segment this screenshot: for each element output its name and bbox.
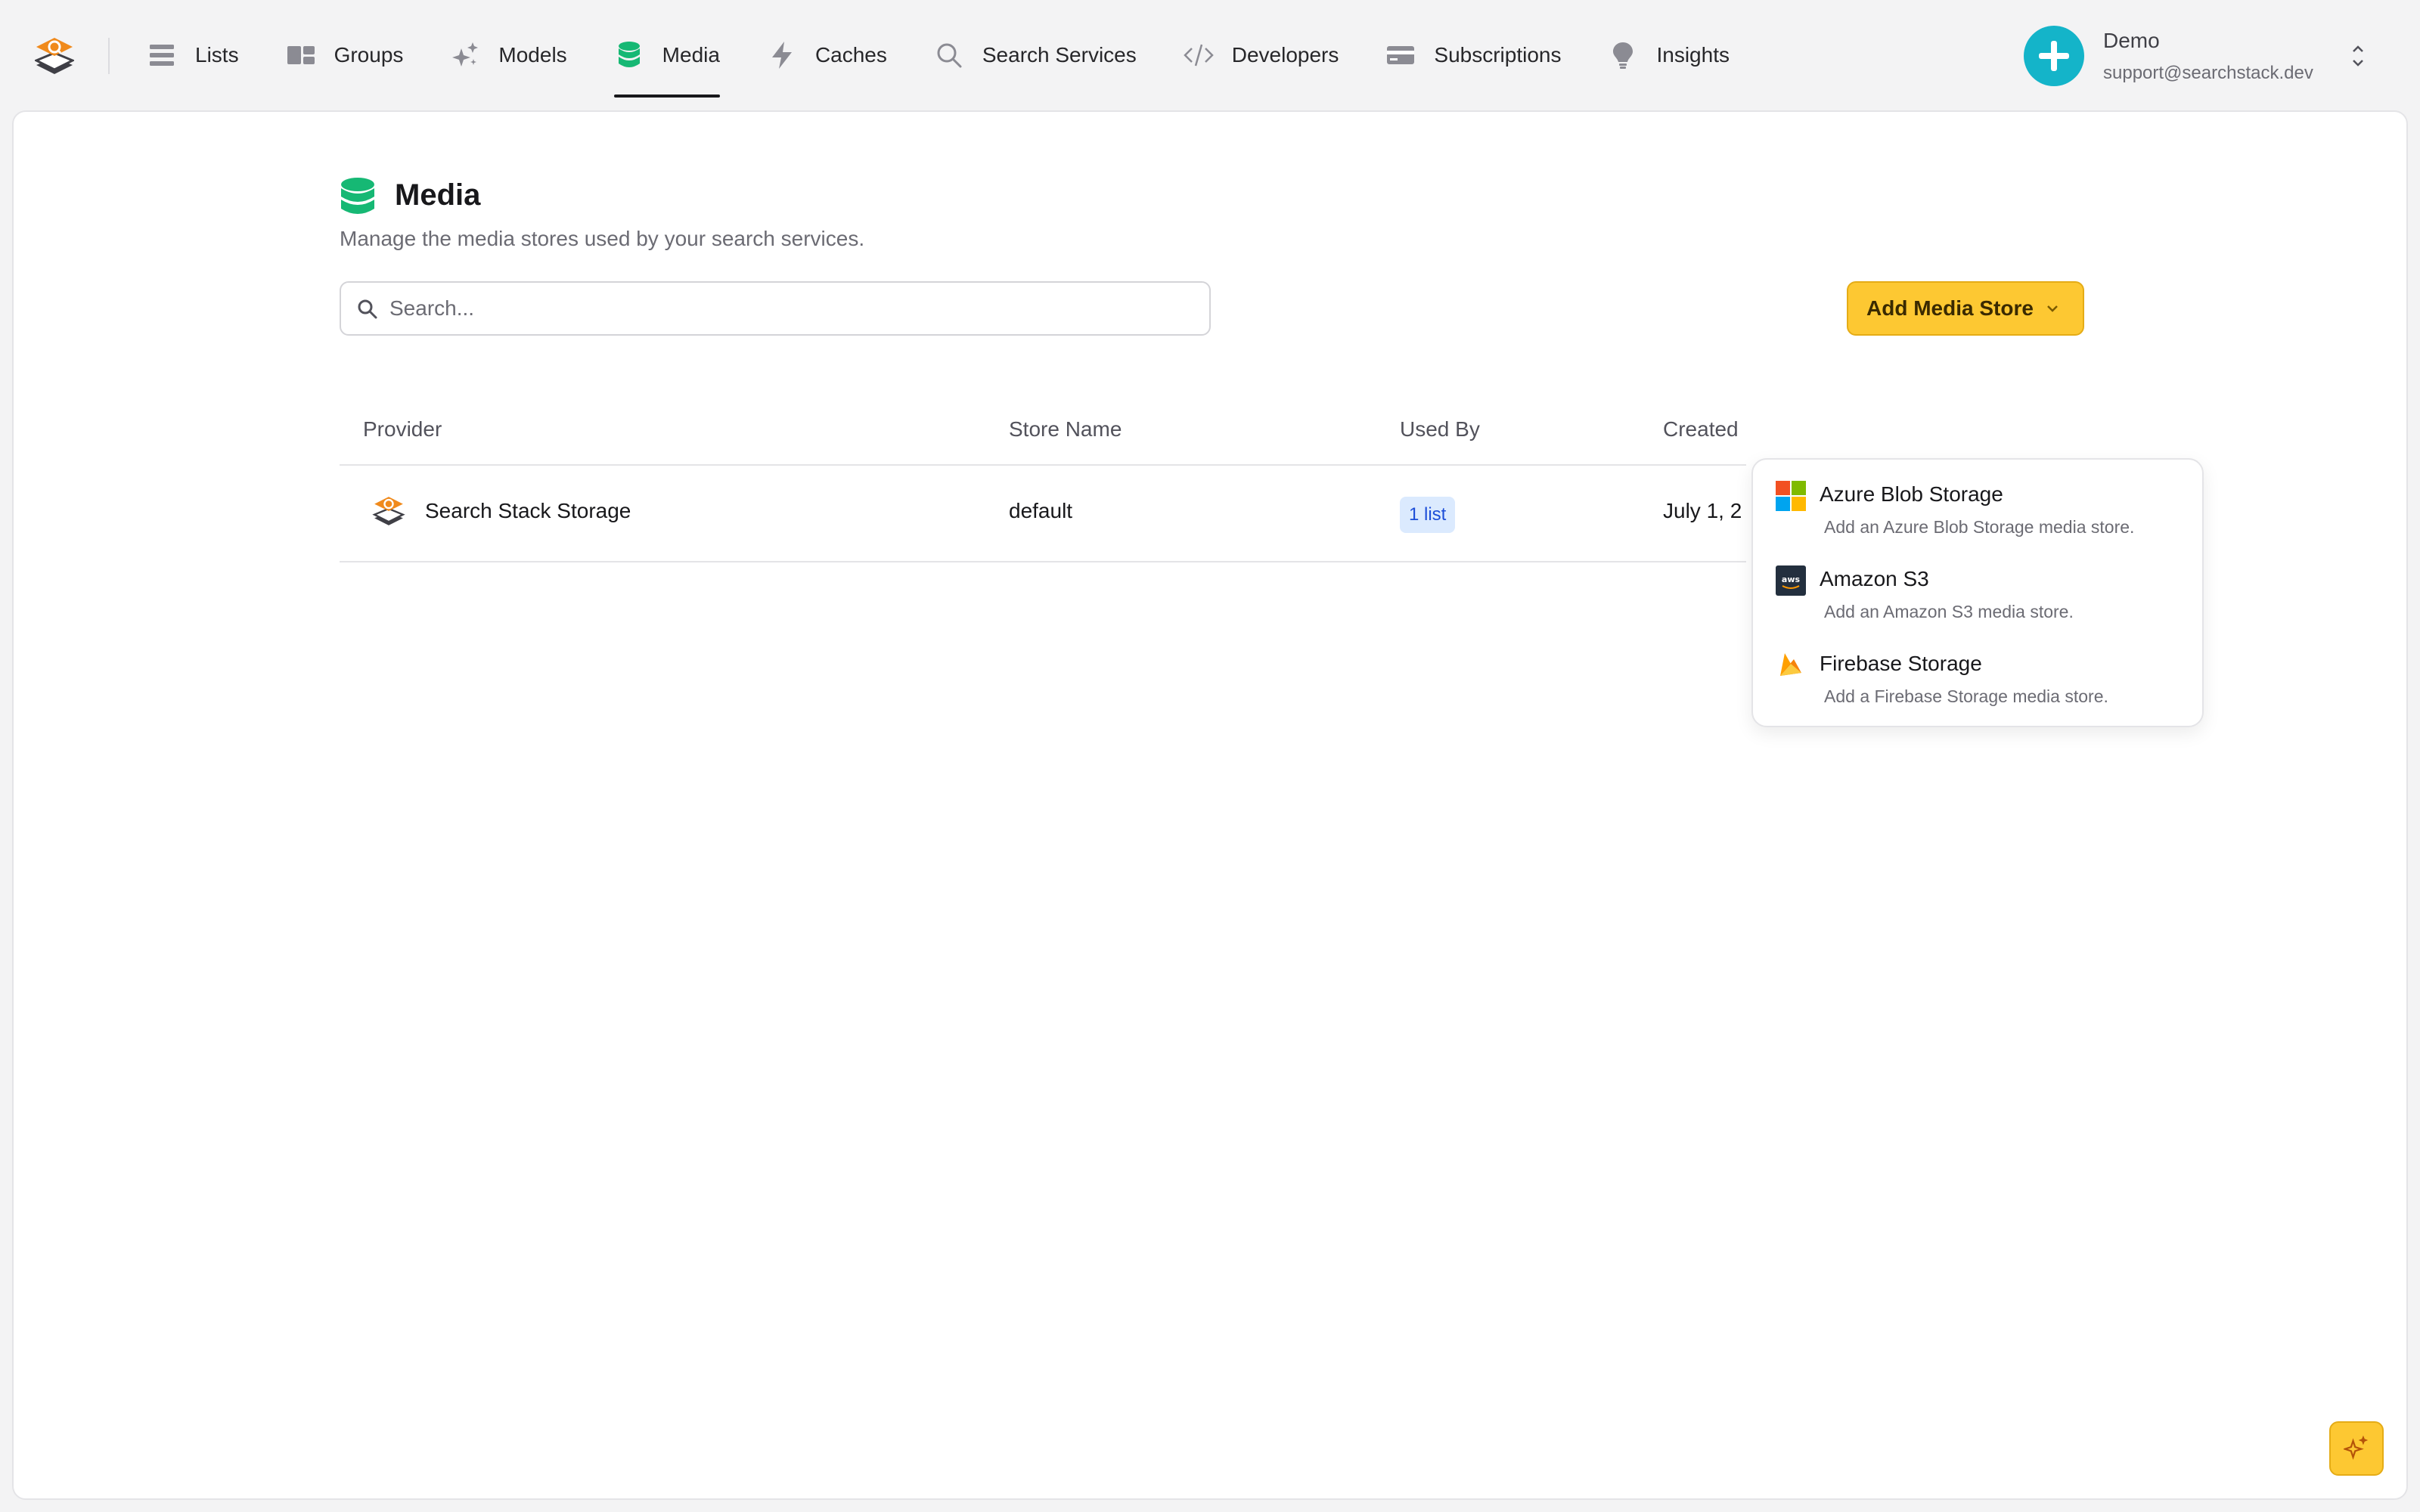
menu-item-description: Add an Azure Blob Storage media store. (1824, 517, 2135, 537)
microsoft-icon (1776, 481, 1806, 511)
main-panel: Media Manage the media stores used by yo… (12, 110, 2408, 1500)
column-header-store-name: Store Name (1009, 417, 1122, 441)
nav-item-label: Developers (1231, 43, 1339, 67)
avatar (2024, 26, 2084, 86)
svg-text:aws: aws (1782, 575, 1801, 584)
nav-item-insights[interactable]: Insights (1608, 0, 1730, 110)
nav-item-media[interactable]: Media (613, 0, 721, 110)
nav-item-label: Groups (334, 43, 404, 67)
nav-item-subscriptions[interactable]: Subscriptions (1385, 0, 1561, 110)
add-media-store-menu: Azure Blob Storage Add an Azure Blob Sto… (1751, 458, 2204, 727)
nav-item-lists[interactable]: Lists (147, 0, 239, 110)
column-header-created: Created (1663, 417, 1739, 441)
list-icon (147, 40, 177, 70)
table-header-divider (340, 464, 1746, 466)
aws-icon: aws (1776, 565, 1806, 596)
cell-store-name: default (1009, 499, 1073, 522)
ai-assistant-button[interactable] (2329, 1421, 2384, 1476)
database-icon (340, 177, 375, 218)
nav-tabs: Lists Groups Models Media Caches Search … (147, 0, 1776, 110)
menu-item-firebase-storage[interactable]: Firebase Storage Add a Firebase Storage … (1753, 634, 2202, 717)
lightbulb-icon (1608, 40, 1638, 70)
menu-item-description: Add an Amazon S3 media store. (1824, 602, 2074, 621)
nav-divider (108, 38, 110, 74)
search-input[interactable] (389, 290, 1191, 327)
nav-item-developers[interactable]: Developers (1183, 0, 1339, 110)
column-header-provider: Provider (363, 417, 442, 441)
cell-created: July 1, 2 (1663, 499, 1742, 522)
nav-item-models[interactable]: Models (450, 0, 567, 110)
nav-item-label: Caches (814, 43, 887, 67)
plus-icon (2039, 41, 2069, 71)
nav-item-search-services[interactable]: Search Services (934, 0, 1137, 110)
searchstack-logo-icon[interactable] (33, 35, 76, 77)
nav-item-label: Models (498, 43, 567, 67)
nav-item-groups[interactable]: Groups (286, 0, 404, 110)
nav-item-label: Subscriptions (1434, 43, 1562, 67)
menu-item-title: Azure Blob Storage (1820, 482, 2003, 506)
search-field[interactable] (340, 281, 1211, 336)
account-name: Demo (2103, 29, 2160, 52)
column-header-used-by: Used By (1400, 417, 1480, 441)
account-email: support@searchstack.dev (2103, 63, 2313, 83)
search-icon (356, 298, 379, 321)
nav-item-label: Lists (195, 43, 239, 67)
chevron-down-icon (2044, 300, 2061, 317)
credit-card-icon (1385, 40, 1416, 70)
sparkles-icon (450, 40, 480, 70)
table-row-divider (340, 561, 1746, 562)
groups-icon (286, 40, 316, 70)
nav-item-label: Insights (1656, 43, 1730, 67)
sparkles-icon (2342, 1434, 2369, 1464)
nav-item-label: Media (662, 43, 720, 67)
code-icon (1183, 40, 1214, 70)
nav-item-label: Search Services (982, 43, 1137, 67)
bolt-icon (767, 40, 797, 70)
used-by-badge[interactable]: 1 list (1400, 497, 1456, 533)
searchstack-storage-icon (372, 494, 405, 528)
search-icon (934, 40, 964, 70)
chevron-up-down-icon (2349, 41, 2367, 71)
page-subtitle: Manage the media stores used by your sea… (340, 227, 865, 250)
menu-item-description: Add a Firebase Storage media store. (1824, 686, 2108, 706)
database-icon (614, 40, 644, 70)
add-media-store-label: Add Media Store (1866, 296, 2034, 320)
add-media-store-button[interactable]: Add Media Store (1847, 281, 2084, 336)
menu-item-azure-blob-storage[interactable]: Azure Blob Storage Add an Azure Blob Sto… (1753, 464, 2202, 547)
menu-item-amazon-s3[interactable]: aws Amazon S3 Add an Amazon S3 media sto… (1753, 549, 2202, 632)
page-title: Media (395, 178, 481, 212)
firebase-icon (1776, 650, 1806, 680)
account-switcher[interactable]: Demo support@searchstack.dev (2024, 23, 2372, 88)
nav-item-caches[interactable]: Caches (767, 0, 887, 110)
menu-item-title: Amazon S3 (1820, 567, 1929, 590)
menu-item-title: Firebase Storage (1820, 652, 1982, 675)
cell-provider: Search Stack Storage (425, 499, 631, 522)
top-navigation: Lists Groups Models Media Caches Search … (0, 0, 2420, 110)
